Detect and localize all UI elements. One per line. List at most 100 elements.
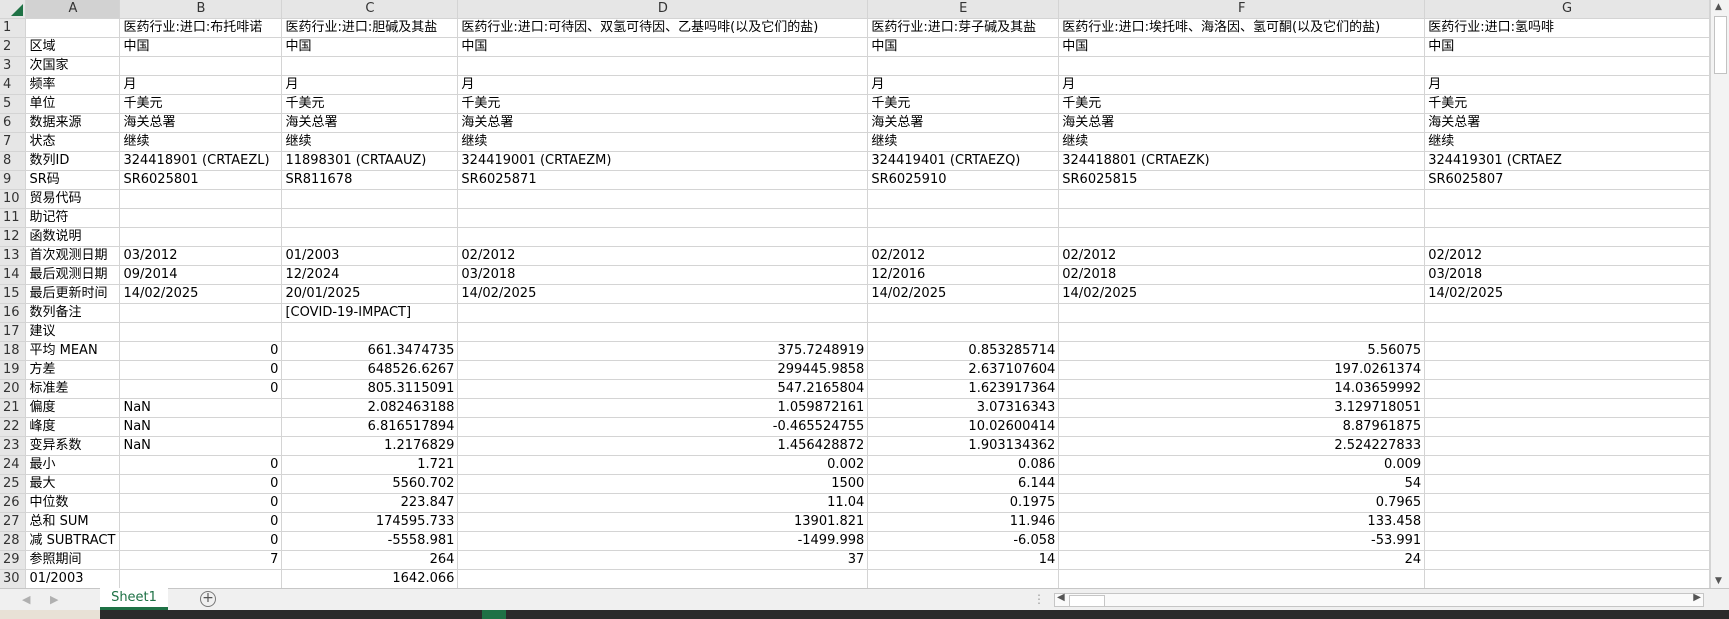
row-header[interactable]: 22 [0, 417, 27, 437]
cell-g28[interactable] [1424, 531, 1710, 551]
cell-b1[interactable]: 医药行业:进口:布托啡诺 [119, 18, 283, 38]
vertical-scrollbar[interactable]: ▲ ▼ [1710, 0, 1729, 588]
row-header[interactable]: 7 [0, 132, 27, 152]
cell-f22[interactable]: 8.87961875 [1058, 417, 1426, 437]
cell-d3[interactable] [457, 56, 869, 76]
row-header[interactable]: 13 [0, 246, 27, 266]
cell-c14[interactable]: 12/2024 [281, 265, 459, 285]
row-header[interactable]: 28 [0, 531, 27, 551]
row-header[interactable]: 29 [0, 550, 27, 570]
cell-a29[interactable]: 参照期间 [25, 550, 121, 570]
cell-g20[interactable] [1424, 379, 1710, 399]
cell-e4[interactable]: 月 [867, 75, 1060, 95]
cell-c4[interactable]: 月 [281, 75, 459, 95]
row-header[interactable]: 1 [0, 18, 27, 38]
cell-e21[interactable]: 3.07316343 [867, 398, 1060, 418]
cell-b9[interactable]: SR6025801 [119, 170, 283, 190]
cell-a24[interactable]: 最小 [25, 455, 121, 475]
cell-b8[interactable]: 324418901 (CRTAEZL) [119, 151, 283, 171]
cell-c11[interactable] [281, 208, 459, 228]
cell-a8[interactable]: 数列ID [25, 151, 121, 171]
cell-d23[interactable]: 1.456428872 [457, 436, 869, 456]
vertical-scroll-thumb[interactable] [1714, 16, 1727, 74]
cell-b28[interactable]: 0 [119, 531, 283, 551]
cell-b29[interactable]: 7 [119, 550, 283, 570]
cell-f2[interactable]: 中国 [1058, 37, 1426, 57]
cell-e10[interactable] [867, 189, 1060, 209]
row-header[interactable]: 19 [0, 360, 27, 380]
cell-b19[interactable]: 0 [119, 360, 283, 380]
cell-e14[interactable]: 12/2016 [867, 265, 1060, 285]
row-header[interactable]: 18 [0, 341, 27, 361]
cell-c5[interactable]: 千美元 [281, 94, 459, 114]
scroll-up-arrow-icon[interactable]: ▲ [1715, 2, 1722, 12]
row-header[interactable]: 5 [0, 94, 27, 114]
row-header[interactable]: 10 [0, 189, 27, 209]
column-header-e[interactable]: E [867, 0, 1060, 19]
column-header-g[interactable]: G [1424, 0, 1710, 19]
row-header[interactable]: 26 [0, 493, 27, 513]
cell-b4[interactable]: 月 [119, 75, 283, 95]
cell-d16[interactable] [457, 303, 869, 323]
cell-c6[interactable]: 海关总署 [281, 113, 459, 133]
cell-e23[interactable]: 1.903134362 [867, 436, 1060, 456]
cell-d18[interactable]: 375.7248919 [457, 341, 869, 361]
taskbar-excel-icon[interactable] [482, 610, 506, 619]
cell-d26[interactable]: 11.04 [457, 493, 869, 513]
cell-c27[interactable]: 174595.733 [281, 512, 459, 532]
cell-c22[interactable]: 6.816517894 [281, 417, 459, 437]
cell-f9[interactable]: SR6025815 [1058, 170, 1426, 190]
cell-e30[interactable] [867, 569, 1060, 588]
cell-f14[interactable]: 02/2018 [1058, 265, 1426, 285]
cell-e5[interactable]: 千美元 [867, 94, 1060, 114]
cell-e26[interactable]: 0.1975 [867, 493, 1060, 513]
cell-f13[interactable]: 02/2012 [1058, 246, 1426, 266]
horizontal-scroll-thumb[interactable] [1069, 595, 1105, 607]
cell-e19[interactable]: 2.637107604 [867, 360, 1060, 380]
cell-e13[interactable]: 02/2012 [867, 246, 1060, 266]
cell-a7[interactable]: 状态 [25, 132, 121, 152]
cell-c13[interactable]: 01/2003 [281, 246, 459, 266]
cell-a14[interactable]: 最后观测日期 [25, 265, 121, 285]
cell-c3[interactable] [281, 56, 459, 76]
cell-a30[interactable]: 01/2003 [25, 569, 121, 588]
horizontal-scrollbar[interactable]: ◀ ▶ [1054, 592, 1704, 607]
cell-g2[interactable]: 中国 [1424, 37, 1710, 57]
cell-a1[interactable] [25, 18, 121, 38]
cell-c30[interactable]: 1642.066 [281, 569, 459, 588]
cell-g29[interactable] [1424, 550, 1710, 570]
taskbar-start-area[interactable] [0, 610, 100, 619]
cell-d20[interactable]: 547.2165804 [457, 379, 869, 399]
cell-e9[interactable]: SR6025910 [867, 170, 1060, 190]
cell-a4[interactable]: 频率 [25, 75, 121, 95]
cell-e27[interactable]: 11.946 [867, 512, 1060, 532]
sheet-tab-sheet1[interactable]: Sheet1 [100, 588, 168, 610]
cell-g5[interactable]: 千美元 [1424, 94, 1710, 114]
cell-c24[interactable]: 1.721 [281, 455, 459, 475]
cell-f23[interactable]: 2.524227833 [1058, 436, 1426, 456]
column-header-b[interactable]: B [119, 0, 283, 19]
cell-f3[interactable] [1058, 56, 1426, 76]
row-header[interactable]: 2 [0, 37, 27, 57]
cell-e3[interactable] [867, 56, 1060, 76]
cell-b24[interactable]: 0 [119, 455, 283, 475]
cell-e8[interactable]: 324419401 (CRTAEZQ) [867, 151, 1060, 171]
cell-c28[interactable]: -5558.981 [281, 531, 459, 551]
cell-e18[interactable]: 0.853285714 [867, 341, 1060, 361]
cell-e16[interactable] [867, 303, 1060, 323]
cell-f7[interactable]: 继续 [1058, 132, 1426, 152]
cell-d19[interactable]: 299445.9858 [457, 360, 869, 380]
cell-b18[interactable]: 0 [119, 341, 283, 361]
cell-a3[interactable]: 次国家 [25, 56, 121, 76]
cell-b22[interactable]: NaN [119, 417, 283, 437]
cell-f10[interactable] [1058, 189, 1426, 209]
cell-d11[interactable] [457, 208, 869, 228]
cell-c10[interactable] [281, 189, 459, 209]
cell-a13[interactable]: 首次观测日期 [25, 246, 121, 266]
row-header[interactable]: 15 [0, 284, 27, 304]
cell-d28[interactable]: -1499.998 [457, 531, 869, 551]
cell-b6[interactable]: 海关总署 [119, 113, 283, 133]
row-header[interactable]: 20 [0, 379, 27, 399]
cell-a15[interactable]: 最后更新时间 [25, 284, 121, 304]
cell-b27[interactable]: 0 [119, 512, 283, 532]
